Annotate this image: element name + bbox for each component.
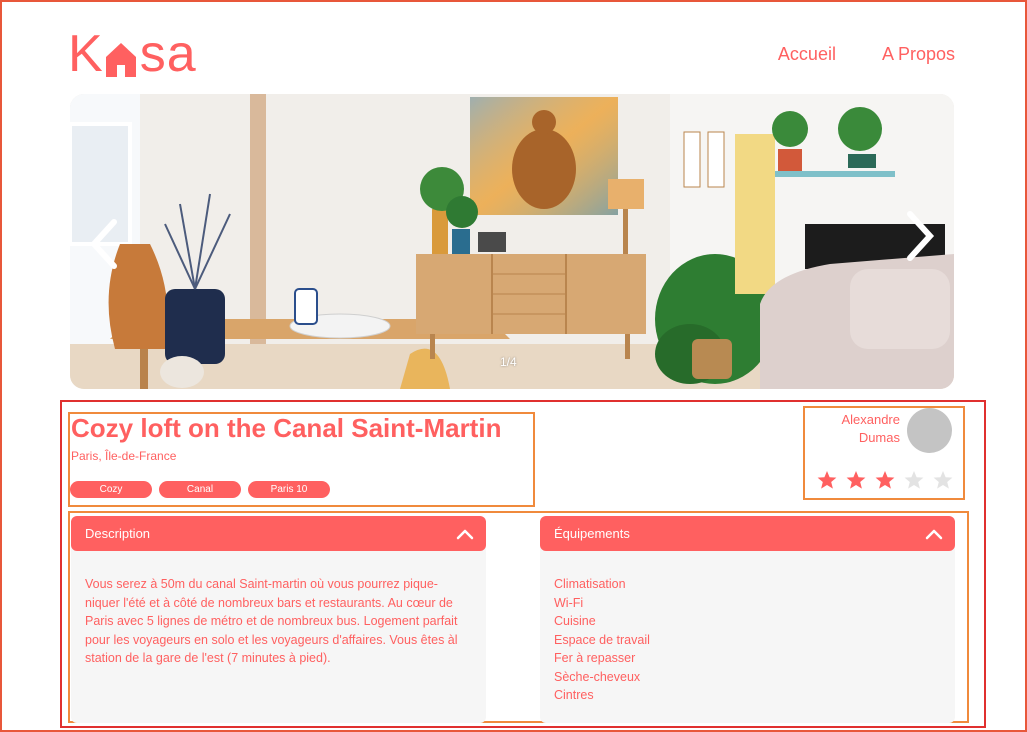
equipments-collapse: Équipements Climatisation Wi-Fi Cuisine … — [540, 516, 955, 723]
list-item: Climatisation — [554, 577, 626, 591]
list-item: Fer à repasser — [554, 651, 636, 665]
avatar — [907, 408, 952, 453]
host-name: Alexandre Dumas — [820, 411, 900, 447]
chevron-up-icon[interactable] — [925, 528, 943, 540]
list-item: Wi-Fi — [554, 595, 584, 610]
equipment-list: Climatisation Wi-Fi Cuisine Espace de tr… — [554, 575, 941, 705]
description-title: Description — [85, 526, 151, 541]
host-last-name: Dumas — [858, 430, 900, 445]
list-item: Espace de travail — [554, 632, 650, 647]
kasa-logo[interactable]: K sa — [68, 28, 197, 80]
photo-carousel — [70, 94, 954, 389]
listing-photo — [70, 94, 954, 389]
listing-title: Cozy loft on the Canal Saint-Martin — [71, 413, 502, 443]
carousel-counter: 1/4 — [500, 355, 517, 369]
star-icon — [904, 471, 924, 489]
logo-letters-sa: sa — [139, 25, 197, 83]
star-icon — [846, 471, 866, 489]
chevron-left-icon[interactable] — [84, 214, 124, 274]
list-item: Sèche-cheveux — [554, 669, 641, 684]
star-icon — [933, 471, 953, 489]
main-nav: Accueil A Propos — [778, 44, 955, 65]
description-collapse-header[interactable]: Description — [71, 516, 486, 551]
tag: Paris 10 — [248, 481, 330, 498]
list-item: Cuisine — [554, 614, 596, 628]
house-icon — [104, 36, 138, 77]
tag: Cozy — [70, 481, 152, 498]
equipments-title: Équipements — [554, 526, 630, 541]
chevron-up-icon[interactable] — [456, 528, 474, 540]
tag: Canal — [159, 481, 241, 498]
equipments-body: Climatisation Wi-Fi Cuisine Espace de tr… — [540, 545, 955, 723]
description-text: Vous serez à 50m du canal Saint-martin o… — [85, 577, 458, 665]
description-body: Vous serez à 50m du canal Saint-martin o… — [71, 545, 486, 723]
equipments-collapse-header[interactable]: Équipements — [540, 516, 955, 551]
logo-letter-k: K — [68, 25, 104, 83]
star-icon — [817, 471, 837, 489]
tag-list: Cozy Canal Paris 10 — [70, 481, 330, 498]
star-icon — [875, 471, 895, 489]
chevron-right-icon[interactable] — [900, 206, 940, 266]
rating-stars — [817, 470, 953, 490]
list-item: Cintres — [554, 688, 594, 702]
host-first-name: Alexandre — [841, 412, 900, 427]
nav-link-a-propos[interactable]: A Propos — [882, 44, 955, 65]
nav-link-accueil[interactable]: Accueil — [778, 44, 836, 65]
listing-location: Paris, Île-de-France — [71, 449, 177, 463]
description-collapse: Description Vous serez à 50m du canal Sa… — [71, 516, 486, 723]
